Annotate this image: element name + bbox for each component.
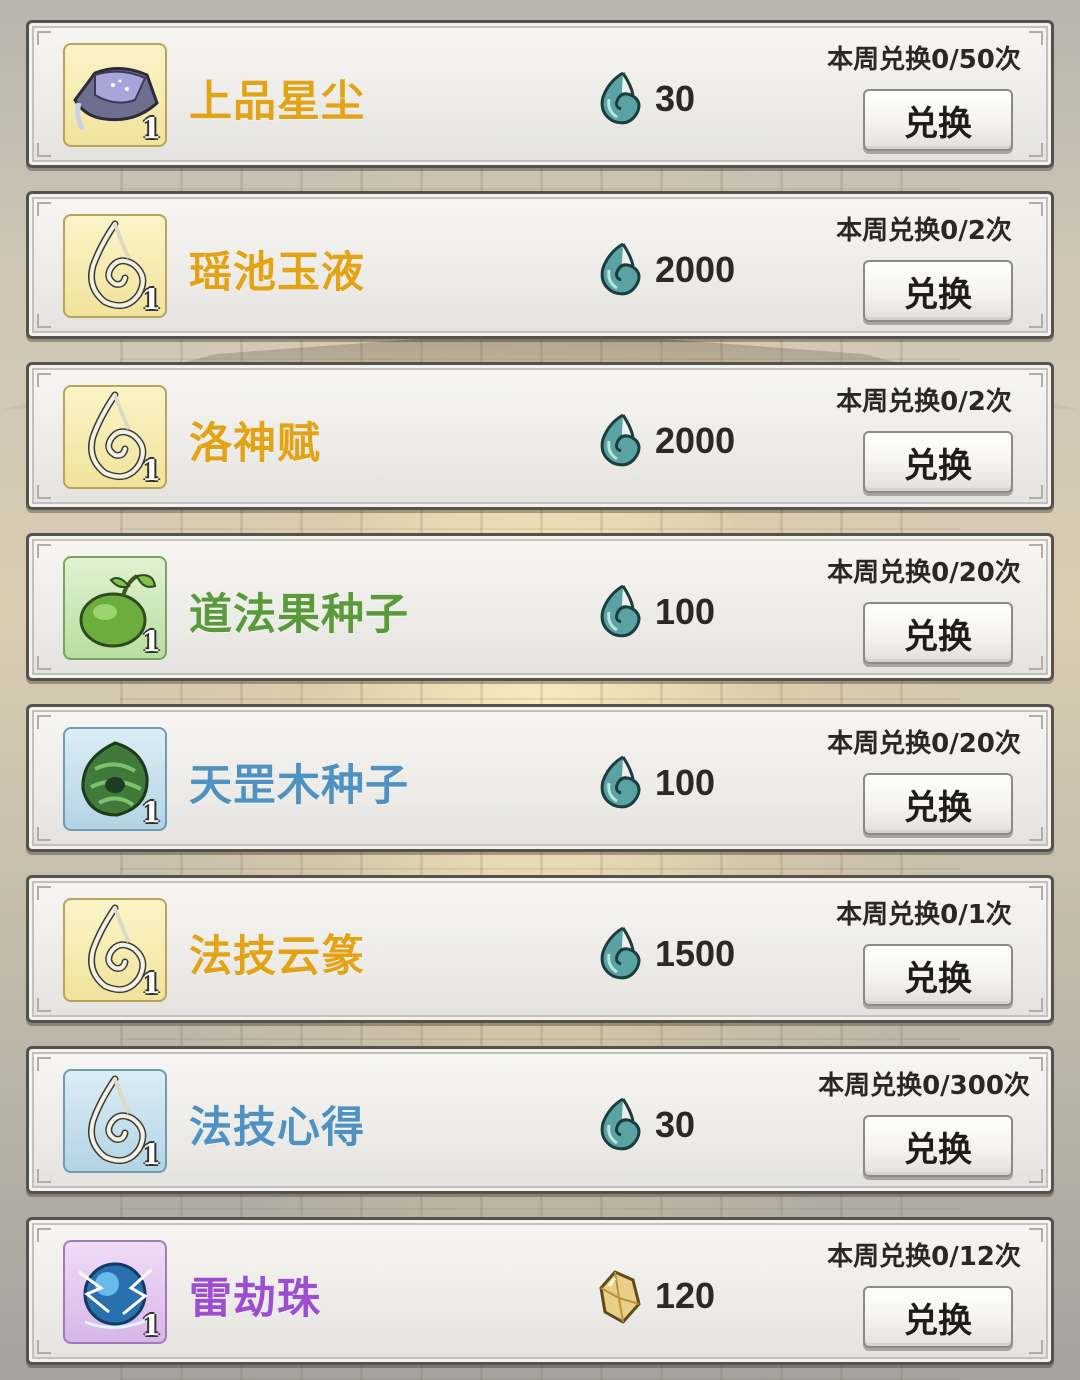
exchange-button[interactable]: 兑换	[863, 431, 1013, 493]
exchange-button[interactable]: 兑换	[863, 1115, 1013, 1177]
weekly-limit: 本周兑换0/2次	[836, 387, 1012, 417]
exchange-button[interactable]: 兑换	[863, 944, 1013, 1006]
corner-ornament	[1029, 1169, 1043, 1183]
item-quantity: 1	[141, 1309, 161, 1342]
item-name: 法技云篆	[189, 932, 365, 982]
price: 2000	[595, 242, 735, 298]
corner-ornament	[1029, 827, 1043, 841]
item-slot[interactable]: 1	[63, 1069, 167, 1173]
item-slot[interactable]: 1	[63, 556, 167, 660]
spirit-swirl-icon	[595, 71, 645, 127]
weekly-limit: 本周兑换0/12次	[827, 1242, 1021, 1272]
item-name: 法技心得	[189, 1103, 365, 1153]
exchange-row: 1 洛神赋 2000 本周兑换0/2次 兑换	[26, 362, 1054, 510]
price: 100	[595, 755, 715, 811]
item-slot[interactable]: 1	[63, 1240, 167, 1344]
spirit-swirl-icon	[595, 755, 645, 811]
item-quantity: 1	[141, 625, 161, 658]
exchange-row: 1 瑶池玉液 2000 本周兑换0/2次 兑换	[26, 191, 1054, 339]
exchange-row: 1 法技心得 30 本周兑换0/300次 兑换	[26, 1046, 1054, 1194]
corner-ornament	[37, 544, 51, 558]
exchange-row: 1 法技云篆 1500 本周兑换0/1次 兑换	[26, 875, 1054, 1023]
weekly-limit: 本周兑换0/50次	[827, 45, 1021, 75]
item-quantity: 1	[141, 112, 161, 145]
item-slot[interactable]: 1	[63, 898, 167, 1002]
price-amount: 1500	[655, 933, 736, 974]
item-quantity: 1	[141, 796, 161, 829]
item-slot[interactable]: 1	[63, 385, 167, 489]
weekly-limit: 本周兑换0/20次	[827, 558, 1021, 588]
item-slot[interactable]: 1	[63, 727, 167, 831]
weekly-limit: 本周兑换0/1次	[836, 900, 1012, 930]
corner-ornament	[1029, 485, 1043, 499]
item-slot[interactable]: 1	[63, 214, 167, 318]
spirit-swirl-icon	[595, 926, 645, 982]
item-quantity: 1	[141, 967, 161, 1000]
price: 30	[595, 71, 695, 127]
item-name: 洛神赋	[189, 419, 321, 469]
exchange-button[interactable]: 兑换	[863, 1286, 1013, 1348]
corner-ornament	[1029, 998, 1043, 1012]
weekly-limit: 本周兑换0/20次	[827, 729, 1021, 759]
exchange-button[interactable]: 兑换	[863, 260, 1013, 322]
price: 100	[595, 584, 715, 640]
exchange-row: 1 天罡木种子 100 本周兑换0/20次 兑换	[26, 704, 1054, 852]
corner-ornament	[37, 998, 51, 1012]
price-amount: 30	[655, 1104, 696, 1145]
corner-ornament	[37, 886, 51, 900]
price: 120	[595, 1268, 715, 1324]
item-name: 雷劫珠	[189, 1274, 321, 1324]
corner-ornament	[37, 656, 51, 670]
item-name: 天罡木种子	[189, 761, 409, 811]
price-amount: 120	[655, 1275, 716, 1316]
exchange-row: 1 雷劫珠 120 本周兑换0/12次 兑换	[26, 1217, 1054, 1365]
exchange-button[interactable]: 兑换	[863, 602, 1013, 664]
price-amount: 30	[655, 78, 696, 119]
item-name: 道法果种子	[189, 590, 409, 640]
corner-ornament	[37, 827, 51, 841]
crystal-icon	[595, 1268, 645, 1324]
corner-ornament	[1029, 1340, 1043, 1354]
corner-ornament	[37, 485, 51, 499]
price-amount: 2000	[655, 420, 736, 461]
price-amount: 2000	[655, 249, 736, 290]
exchange-button[interactable]: 兑换	[863, 89, 1013, 151]
corner-ornament	[1029, 656, 1043, 670]
item-slot[interactable]: 1	[63, 43, 167, 147]
corner-ornament	[37, 143, 51, 157]
item-quantity: 1	[141, 1138, 161, 1171]
price-amount: 100	[655, 762, 716, 803]
price: 30	[595, 1097, 695, 1153]
corner-ornament	[37, 202, 51, 216]
corner-ornament	[1029, 314, 1043, 328]
spirit-swirl-icon	[595, 1097, 645, 1153]
corner-ornament	[37, 715, 51, 729]
spirit-swirl-icon	[595, 413, 645, 469]
corner-ornament	[37, 1057, 51, 1071]
price-amount: 100	[655, 591, 716, 632]
weekly-limit: 本周兑换0/2次	[836, 216, 1012, 246]
price: 1500	[595, 926, 735, 982]
corner-ornament	[37, 1228, 51, 1242]
price: 2000	[595, 413, 735, 469]
exchange-row: 1 道法果种子 100 本周兑换0/20次 兑换	[26, 533, 1054, 681]
item-name: 瑶池玉液	[189, 248, 365, 298]
corner-ornament	[37, 314, 51, 328]
exchange-button[interactable]: 兑换	[863, 773, 1013, 835]
corner-ornament	[37, 1169, 51, 1183]
corner-ornament	[1029, 143, 1043, 157]
item-name: 上品星尘	[189, 77, 365, 127]
corner-ornament	[37, 31, 51, 45]
spirit-swirl-icon	[595, 584, 645, 640]
item-quantity: 1	[141, 283, 161, 316]
corner-ornament	[37, 373, 51, 387]
corner-ornament	[37, 1340, 51, 1354]
weekly-limit: 本周兑换0/300次	[818, 1071, 1030, 1101]
item-quantity: 1	[141, 454, 161, 487]
exchange-row: 1 上品星尘 30 本周兑换0/50次 兑换	[26, 20, 1054, 168]
spirit-swirl-icon	[595, 242, 645, 298]
